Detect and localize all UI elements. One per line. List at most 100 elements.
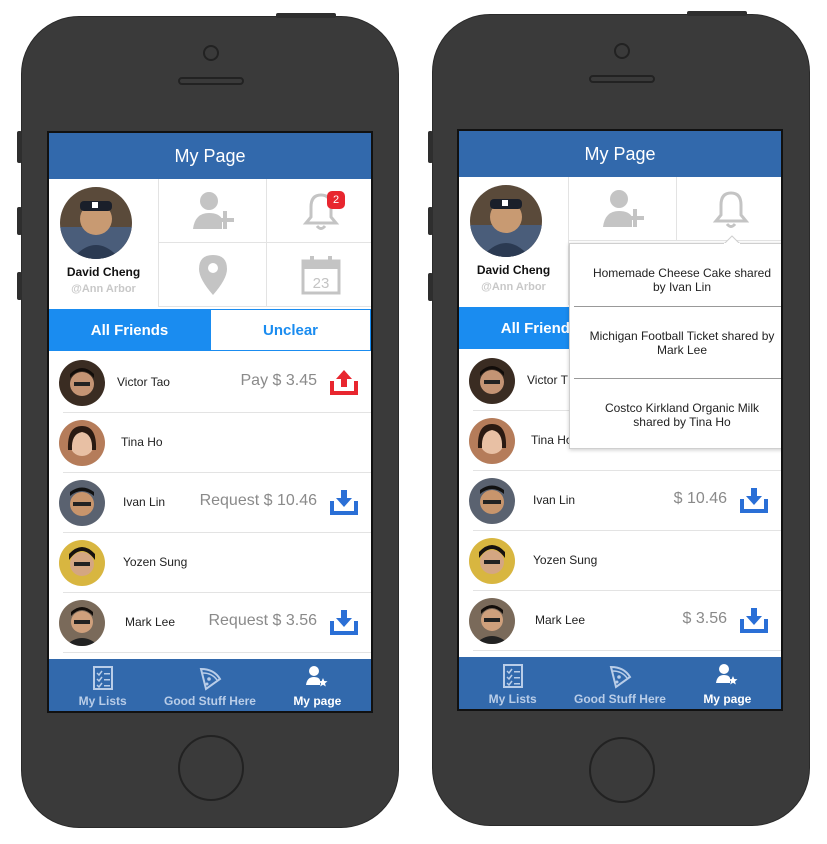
list-item[interactable]: Yozen Sung	[459, 531, 781, 591]
profile-location: @Ann Arbor	[481, 281, 546, 293]
speaker-grille	[589, 75, 655, 83]
page-title: My Page	[49, 133, 371, 179]
avatar	[60, 187, 132, 259]
friend-balance: Pay $ 3.45	[240, 372, 318, 389]
friend-balance: Request $ 10.46	[199, 492, 317, 509]
list-item[interactable]: Ivan Lin $ 10.46	[459, 471, 781, 531]
friend-avatar	[469, 478, 515, 524]
nav-my-page[interactable]: My page	[264, 659, 371, 711]
request-download-icon[interactable]	[739, 485, 769, 515]
pizza-icon	[199, 667, 222, 691]
friend-avatar	[59, 360, 105, 406]
notification-badge: 2	[327, 191, 345, 209]
friend-name: Mark Lee	[125, 615, 176, 629]
add-user-icon	[192, 191, 234, 229]
pizza-icon	[609, 665, 632, 689]
calendar-button[interactable]: 23	[267, 243, 371, 307]
friend-name: Tina Ho	[531, 433, 573, 447]
pay-upload-icon[interactable]	[329, 367, 359, 397]
nav-my-page[interactable]: My page	[674, 657, 781, 709]
front-camera	[614, 43, 630, 59]
nav-my-lists[interactable]: My Lists	[459, 657, 566, 709]
row-divider	[473, 650, 781, 651]
list-item[interactable]: Tina Ho	[49, 413, 371, 473]
friend-avatar	[469, 418, 515, 464]
nav-label: My Lists	[78, 694, 127, 708]
speaker-grille	[178, 77, 244, 85]
friend-name: Yozen Sung	[123, 555, 188, 569]
friend-avatar	[59, 420, 105, 466]
home-button[interactable]	[589, 737, 655, 803]
request-download-icon[interactable]	[329, 607, 359, 637]
add-friend-button[interactable]	[159, 179, 267, 243]
profile-card[interactable]: David Cheng @Ann Arbor	[459, 177, 569, 305]
left-phone-frame: My Page David Cheng @Ann Arbor 2 23 All …	[17, 13, 399, 828]
page-title: My Page	[459, 131, 781, 177]
volume-up-button	[17, 207, 22, 235]
nav-good-stuff[interactable]: Good Stuff Here	[156, 659, 263, 711]
friend-name: Mark Lee	[535, 613, 586, 627]
friend-name: Ivan Lin	[533, 493, 576, 507]
notifications-button[interactable]: 2	[267, 179, 371, 243]
power-button	[276, 13, 336, 18]
right-phone-frame: My Page David Cheng @Ann Arbor All Frien…	[428, 11, 810, 826]
nav-my-lists[interactable]: My Lists	[49, 659, 156, 711]
notifications-button[interactable]	[677, 177, 781, 241]
request-download-icon[interactable]	[739, 605, 769, 635]
location-button[interactable]	[159, 243, 267, 307]
friend-name: Tina Ho	[121, 435, 163, 449]
left-screen: My Page David Cheng @Ann Arbor 2 23 All …	[47, 131, 373, 713]
list-item[interactable]: Victor Tao Pay $ 3.45	[49, 353, 371, 413]
friend-balance: $ 10.46	[673, 490, 727, 507]
profile-location: @Ann Arbor	[71, 283, 136, 295]
list-item[interactable]: Ivan Lin Request $ 10.46	[49, 473, 371, 533]
friend-name: Ivan Lin	[123, 495, 166, 509]
notification-dropdown: Homemade Cheese Cake shared by Ivan Lin …	[569, 235, 781, 451]
friend-name: Yozen Sung	[533, 553, 598, 567]
avatar	[470, 185, 542, 257]
tab-unclear[interactable]: Unclear	[210, 309, 371, 351]
user-star-icon	[306, 666, 328, 687]
notification-item[interactable]: Costco Kirkland Organic Milk shared by T…	[580, 379, 781, 451]
list-item[interactable]: Mark Lee $ 3.56	[459, 591, 781, 651]
front-camera	[203, 45, 219, 61]
notification-item[interactable]: Michigan Football Ticket shared by Mark …	[580, 307, 781, 379]
row-divider	[63, 652, 371, 653]
friend-balance: $ 3.56	[682, 610, 727, 627]
power-button	[687, 11, 747, 16]
friend-avatar	[469, 598, 515, 644]
friend-balance: Request $ 3.56	[208, 612, 317, 629]
friend-avatar	[469, 358, 515, 404]
map-pin-icon	[198, 254, 227, 295]
volume-down-button	[428, 273, 433, 301]
friend-avatar	[59, 540, 105, 586]
silent-switch	[17, 131, 22, 163]
friend-avatar	[59, 600, 105, 646]
profile-name: David Cheng	[476, 263, 551, 277]
calendar-icon: 23	[301, 255, 341, 294]
dropdown-caret	[724, 235, 740, 244]
nav-label: Good Stuff Here	[163, 694, 256, 708]
nav-label: My Lists	[488, 692, 537, 706]
tab-all-friends[interactable]: All Friends	[49, 309, 210, 351]
request-download-icon[interactable]	[329, 487, 359, 517]
checklist-icon	[92, 666, 113, 690]
friends-tabs: All Friends Unclear	[49, 309, 371, 351]
calendar-day: 23	[313, 275, 330, 292]
nav-good-stuff[interactable]: Good Stuff Here	[566, 657, 673, 709]
friend-name: Victor T	[527, 373, 568, 387]
profile-card[interactable]: David Cheng @Ann Arbor	[49, 179, 159, 307]
list-item[interactable]: Mark Lee Request $ 3.56	[49, 593, 371, 653]
user-star-icon	[716, 664, 738, 685]
bell-icon	[712, 190, 750, 228]
list-item[interactable]: Yozen Sung	[49, 533, 371, 593]
nav-label: Good Stuff Here	[573, 692, 666, 706]
friend-avatar	[59, 480, 105, 526]
profile-name: David Cheng	[66, 265, 141, 279]
nav-label: My page	[293, 694, 342, 708]
bottom-nav: My Lists Good Stuff Here My page	[459, 657, 781, 709]
right-screen: My Page David Cheng @Ann Arbor All Frien…	[457, 129, 783, 711]
add-friend-button[interactable]	[569, 177, 677, 241]
home-button[interactable]	[178, 735, 244, 801]
checklist-icon	[502, 664, 523, 688]
